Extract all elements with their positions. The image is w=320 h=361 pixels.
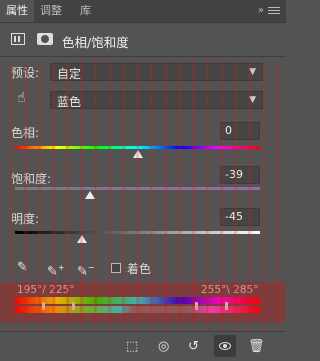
source-spectrum-bar xyxy=(15,297,260,304)
chevron-down-icon: ▼ xyxy=(249,95,256,105)
range-end-handle[interactable] xyxy=(225,302,228,310)
range-inner-start-handle[interactable] xyxy=(72,302,75,310)
properties-panel: 属性 调整 库 » 色相/饱和度 预设: 自定 ▼ ☝ 蓝色 ▼ 色相: 0 饱… xyxy=(0,0,286,361)
range-right-text: 255°\ 285° xyxy=(201,284,259,296)
hue-slider-thumb[interactable] xyxy=(132,150,143,158)
tab-adjustments[interactable]: 调整 xyxy=(34,0,68,22)
preset-label: 预设: xyxy=(11,66,40,80)
view-previous-icon[interactable]: ◎ xyxy=(158,340,169,354)
range-start-handle[interactable] xyxy=(42,302,45,310)
lightness-slider-track[interactable] xyxy=(15,231,260,234)
saturation-slider-track[interactable] xyxy=(15,187,260,190)
tab-libraries[interactable]: 库 xyxy=(74,0,97,22)
hand-target-icon[interactable]: ☝ xyxy=(17,90,33,106)
channel-value: 蓝色 xyxy=(57,95,82,109)
eyedropper-icon[interactable]: ✎ xyxy=(17,260,33,276)
adjustment-header: 色相/饱和度 xyxy=(0,24,286,56)
hue-label: 色相: xyxy=(11,126,40,140)
adjustment-title: 色相/饱和度 xyxy=(62,35,129,50)
reset-icon[interactable]: ↺ xyxy=(188,340,199,354)
tab-bar: 属性 调整 库 » xyxy=(0,0,286,23)
lightness-input[interactable]: -45 xyxy=(220,208,260,226)
mask-icon[interactable] xyxy=(37,33,53,45)
eyedropper-subtract-icon[interactable]: ✎− xyxy=(77,260,95,279)
range-left-text: 195°/ 225° xyxy=(17,284,75,296)
eyedropper-add-icon[interactable]: ✎+ xyxy=(47,260,65,279)
visibility-icon xyxy=(219,342,231,350)
bottom-toolbar: ⬚ ◎ ↺ 🗑 xyxy=(0,331,286,361)
visibility-button[interactable] xyxy=(214,335,236,357)
collapse-icon[interactable]: » xyxy=(258,0,264,22)
clip-to-layer-icon[interactable]: ⬚ xyxy=(126,340,138,354)
lightness-label: 明度: xyxy=(11,212,40,226)
divider xyxy=(0,56,286,57)
hue-input[interactable]: 0 xyxy=(220,122,260,140)
adjustment-layer-icon[interactable] xyxy=(11,33,25,45)
saturation-input[interactable]: -39 xyxy=(220,166,260,184)
tab-adjustments-label: 调整 xyxy=(40,4,62,17)
channel-select[interactable]: 蓝色 ▼ xyxy=(50,91,263,109)
preset-select[interactable]: 自定 ▼ xyxy=(50,63,263,81)
tab-libraries-label: 库 xyxy=(80,4,91,17)
saturation-slider-thumb[interactable] xyxy=(84,191,95,199)
preset-value: 自定 xyxy=(57,67,82,81)
tab-properties-label: 属性 xyxy=(6,4,28,17)
chevron-down-icon: ▼ xyxy=(249,67,256,77)
hue-slider-track[interactable] xyxy=(15,146,260,149)
saturation-label: 饱和度: xyxy=(11,172,52,186)
range-inner-end-handle[interactable] xyxy=(195,302,198,310)
result-spectrum-bar xyxy=(15,306,260,313)
colorize-label: 着色 xyxy=(127,262,152,276)
lightness-slider-thumb[interactable] xyxy=(77,235,88,243)
tab-properties[interactable]: 属性 xyxy=(0,0,34,22)
colorize-checkbox[interactable] xyxy=(111,263,121,273)
panel-menu-icon[interactable] xyxy=(268,5,280,17)
trash-icon[interactable]: 🗑 xyxy=(248,340,265,354)
